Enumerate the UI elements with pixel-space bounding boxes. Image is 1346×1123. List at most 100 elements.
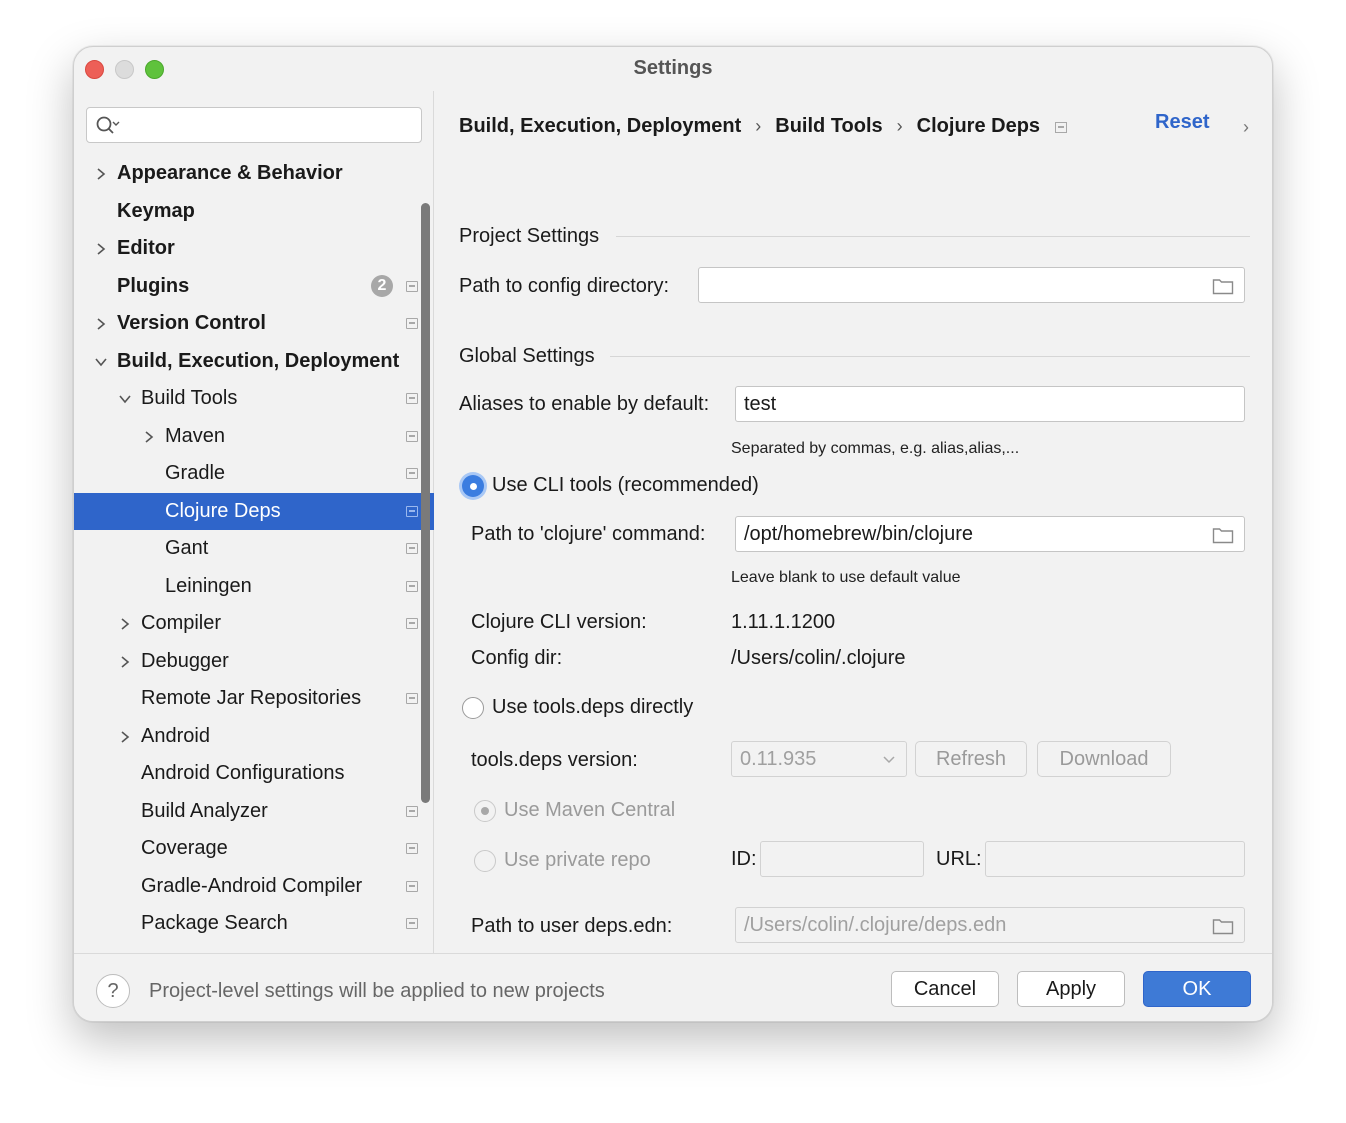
repo-url-input[interactable]: [985, 841, 1245, 877]
project-scope-icon: [406, 843, 418, 854]
aliases-input[interactable]: test: [735, 386, 1245, 422]
breadcrumb-item[interactable]: Build Tools: [775, 115, 882, 138]
sidebar-item-build-execution-deployment[interactable]: Build, Execution, Deployment: [74, 343, 434, 381]
private-repo-label[interactable]: Use private repo: [504, 849, 651, 872]
search-input[interactable]: [127, 112, 407, 138]
sidebar-item-label: Gradle: [165, 462, 226, 484]
download-button[interactable]: Download: [1037, 741, 1171, 777]
folder-icon[interactable]: [1212, 277, 1234, 295]
sidebar-item-label: Android: [141, 724, 210, 747]
sidebar-scrollbar[interactable]: [421, 203, 430, 803]
sidebar-item-clojure-deps[interactable]: Clojure Deps: [74, 492, 434, 530]
repo-id-label: ID:: [731, 848, 757, 870]
project-scope-icon: [406, 430, 418, 442]
sidebar-item-editor[interactable]: Editor: [74, 230, 434, 268]
user-deps-field[interactable]: /Users/colin/.clojure/deps.edn: [735, 907, 1245, 943]
sidebar-item-gant[interactable]: Gant: [74, 530, 434, 568]
sidebar-item-remote-jar-repositories[interactable]: Remote Jar Repositories: [74, 680, 434, 718]
ok-button[interactable]: OK: [1143, 971, 1251, 1007]
chevron-right-icon[interactable]: [118, 617, 132, 631]
reset-link[interactable]: Reset: [1155, 111, 1209, 134]
chevron-right-icon[interactable]: [94, 317, 108, 331]
config-directory-field[interactable]: [698, 267, 1245, 303]
sidebar-item-build-tools[interactable]: Build Tools: [74, 380, 434, 418]
sidebar-item-maven[interactable]: Maven: [74, 418, 434, 456]
project-settings-heading: Project Settings: [459, 225, 600, 247]
use-cli-tools-label[interactable]: Use CLI tools (recommended): [492, 474, 759, 497]
sidebar-item-plugins[interactable]: Plugins 2: [74, 268, 434, 306]
section-divider: [616, 236, 1250, 237]
project-scope-icon: [406, 393, 418, 404]
repo-id-input[interactable]: [760, 841, 924, 877]
breadcrumb-item[interactable]: Build, Execution, Deployment: [459, 115, 741, 138]
section-divider: [610, 356, 1250, 357]
footer-note: Project-level settings will be applied t…: [149, 980, 605, 1002]
sidebar-item-label: Editor: [117, 237, 175, 259]
help-button[interactable]: ?: [96, 974, 130, 1008]
chevron-down-icon[interactable]: [94, 355, 108, 369]
sidebar-item-android[interactable]: Android: [74, 718, 434, 756]
sidebar-item-gradle-android-compiler[interactable]: Gradle-Android Compiler: [74, 868, 434, 906]
chevron-right-icon[interactable]: [94, 167, 108, 181]
project-scope-icon: [406, 468, 418, 479]
chevron-right-icon[interactable]: [118, 655, 132, 669]
sidebar-item-leiningen[interactable]: Leiningen: [74, 568, 434, 606]
tools-deps-version-value: 0.11.935: [740, 748, 817, 770]
aliases-label: Aliases to enable by default:: [459, 393, 710, 415]
sidebar-item-debugger[interactable]: Debugger: [74, 643, 434, 681]
maven-central-radio[interactable]: [474, 800, 496, 822]
apply-button[interactable]: Apply: [1017, 971, 1125, 1007]
sidebar-item-label: Appearance & Behavior: [117, 162, 343, 184]
forward-arrow-icon[interactable]: ›: [1243, 117, 1249, 138]
sidebar-item-appearance-behavior[interactable]: Appearance & Behavior: [74, 155, 434, 193]
sidebar-item-keymap[interactable]: Keymap: [74, 193, 434, 231]
sidebar-item-label: Build, Execution, Deployment: [117, 349, 400, 372]
user-deps-value: /Users/colin/.clojure/deps.edn: [744, 914, 1007, 936]
settings-window: Settings Appearance & Behavior Keymap Ed…: [73, 46, 1273, 1022]
clojure-command-field[interactable]: /opt/homebrew/bin/clojure: [735, 516, 1245, 552]
breadcrumb-separator: ›: [896, 116, 903, 136]
sidebar-item-label: Maven: [165, 424, 226, 447]
project-scope-icon: [406, 805, 418, 817]
sidebar-item-version-control[interactable]: Version Control: [74, 305, 434, 343]
chevron-right-icon[interactable]: [142, 430, 156, 444]
search-icon: [95, 114, 121, 143]
use-cli-tools-radio[interactable]: [462, 475, 484, 497]
sidebar-item-label: Gant: [165, 537, 209, 559]
sidebar-item-label: Keymap: [117, 199, 195, 222]
maven-central-label[interactable]: Use Maven Central: [504, 799, 675, 822]
search-field[interactable]: [86, 107, 422, 143]
sidebar-item-build-analyzer[interactable]: Build Analyzer: [74, 793, 434, 831]
folder-icon[interactable]: [1212, 917, 1234, 935]
cancel-button[interactable]: Cancel: [891, 971, 999, 1007]
tools-deps-version-select[interactable]: 0.11.935: [731, 741, 907, 777]
sidebar-item-android-configurations[interactable]: Android Configurations: [74, 755, 434, 793]
refresh-button[interactable]: Refresh: [915, 741, 1027, 777]
project-scope-icon: [406, 280, 418, 292]
sidebar-item-coverage[interactable]: Coverage: [74, 830, 434, 868]
project-scope-icon: [406, 580, 418, 592]
sidebar-item-compiler[interactable]: Compiler: [74, 605, 434, 643]
breadcrumb: Build, Execution, Deployment › Build Too…: [459, 115, 1040, 138]
clojure-command-label: Path to 'clojure' command:: [471, 523, 706, 545]
chevron-right-icon[interactable]: [94, 242, 108, 256]
private-repo-radio[interactable]: [474, 850, 496, 872]
sidebar-item-label: Plugins: [117, 274, 190, 297]
chevron-right-icon[interactable]: [118, 730, 132, 744]
project-scope-icon: [406, 618, 418, 629]
folder-icon[interactable]: [1212, 526, 1234, 544]
config-directory-label: Path to config directory:: [459, 275, 670, 297]
project-scope-icon: [406, 693, 418, 704]
global-settings-heading: Global Settings: [459, 345, 595, 367]
settings-sidebar: Appearance & Behavior Keymap Editor Plug…: [74, 91, 434, 953]
dialog-footer: ? Project-level settings will be applied…: [74, 953, 1272, 1021]
chevron-down-icon[interactable]: [118, 392, 132, 406]
sidebar-item-package-search[interactable]: Package Search: [74, 905, 434, 943]
plugins-update-badge: 2: [371, 274, 393, 297]
sidebar-item-label: Remote Jar Repositories: [141, 687, 362, 709]
use-tools-deps-radio[interactable]: [462, 697, 484, 719]
use-tools-deps-label[interactable]: Use tools.deps directly: [492, 696, 693, 719]
repo-url-label: URL:: [936, 848, 982, 870]
clojure-command-hint: Leave blank to use default value: [731, 569, 961, 586]
sidebar-item-gradle[interactable]: Gradle: [74, 455, 434, 493]
